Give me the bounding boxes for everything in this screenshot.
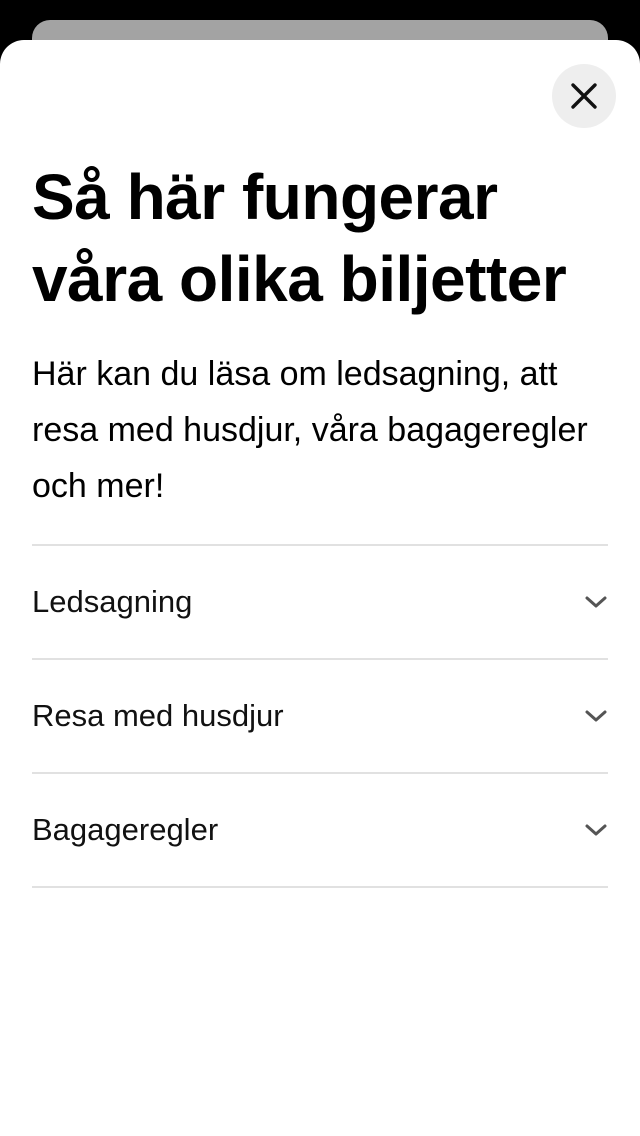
accordion-item-label: Ledsagning	[32, 584, 193, 619]
accordion-item-label: Resa med husdjur	[32, 698, 284, 733]
accordion-item-bagageregler[interactable]: Bagageregler	[32, 774, 608, 888]
accordion: Ledsagning Resa med husdjur Bagageregler	[32, 544, 608, 888]
bottom-sheet: Så här fungerar våra olika biljetter Här…	[0, 40, 640, 1136]
accordion-item-ledsagning[interactable]: Ledsagning	[32, 546, 608, 660]
chevron-down-icon	[584, 708, 608, 724]
chevron-down-icon	[584, 594, 608, 610]
chevron-down-icon	[584, 822, 608, 838]
close-icon	[570, 82, 598, 110]
accordion-item-label: Bagageregler	[32, 812, 219, 847]
intro-text: Här kan du läsa om ledsagning, att resa …	[32, 355, 588, 505]
accordion-item-resa-med-husdjur[interactable]: Resa med husdjur	[32, 660, 608, 774]
close-button[interactable]	[552, 64, 616, 128]
page-title: Så här fungerar våra olika biljetter	[32, 161, 567, 315]
